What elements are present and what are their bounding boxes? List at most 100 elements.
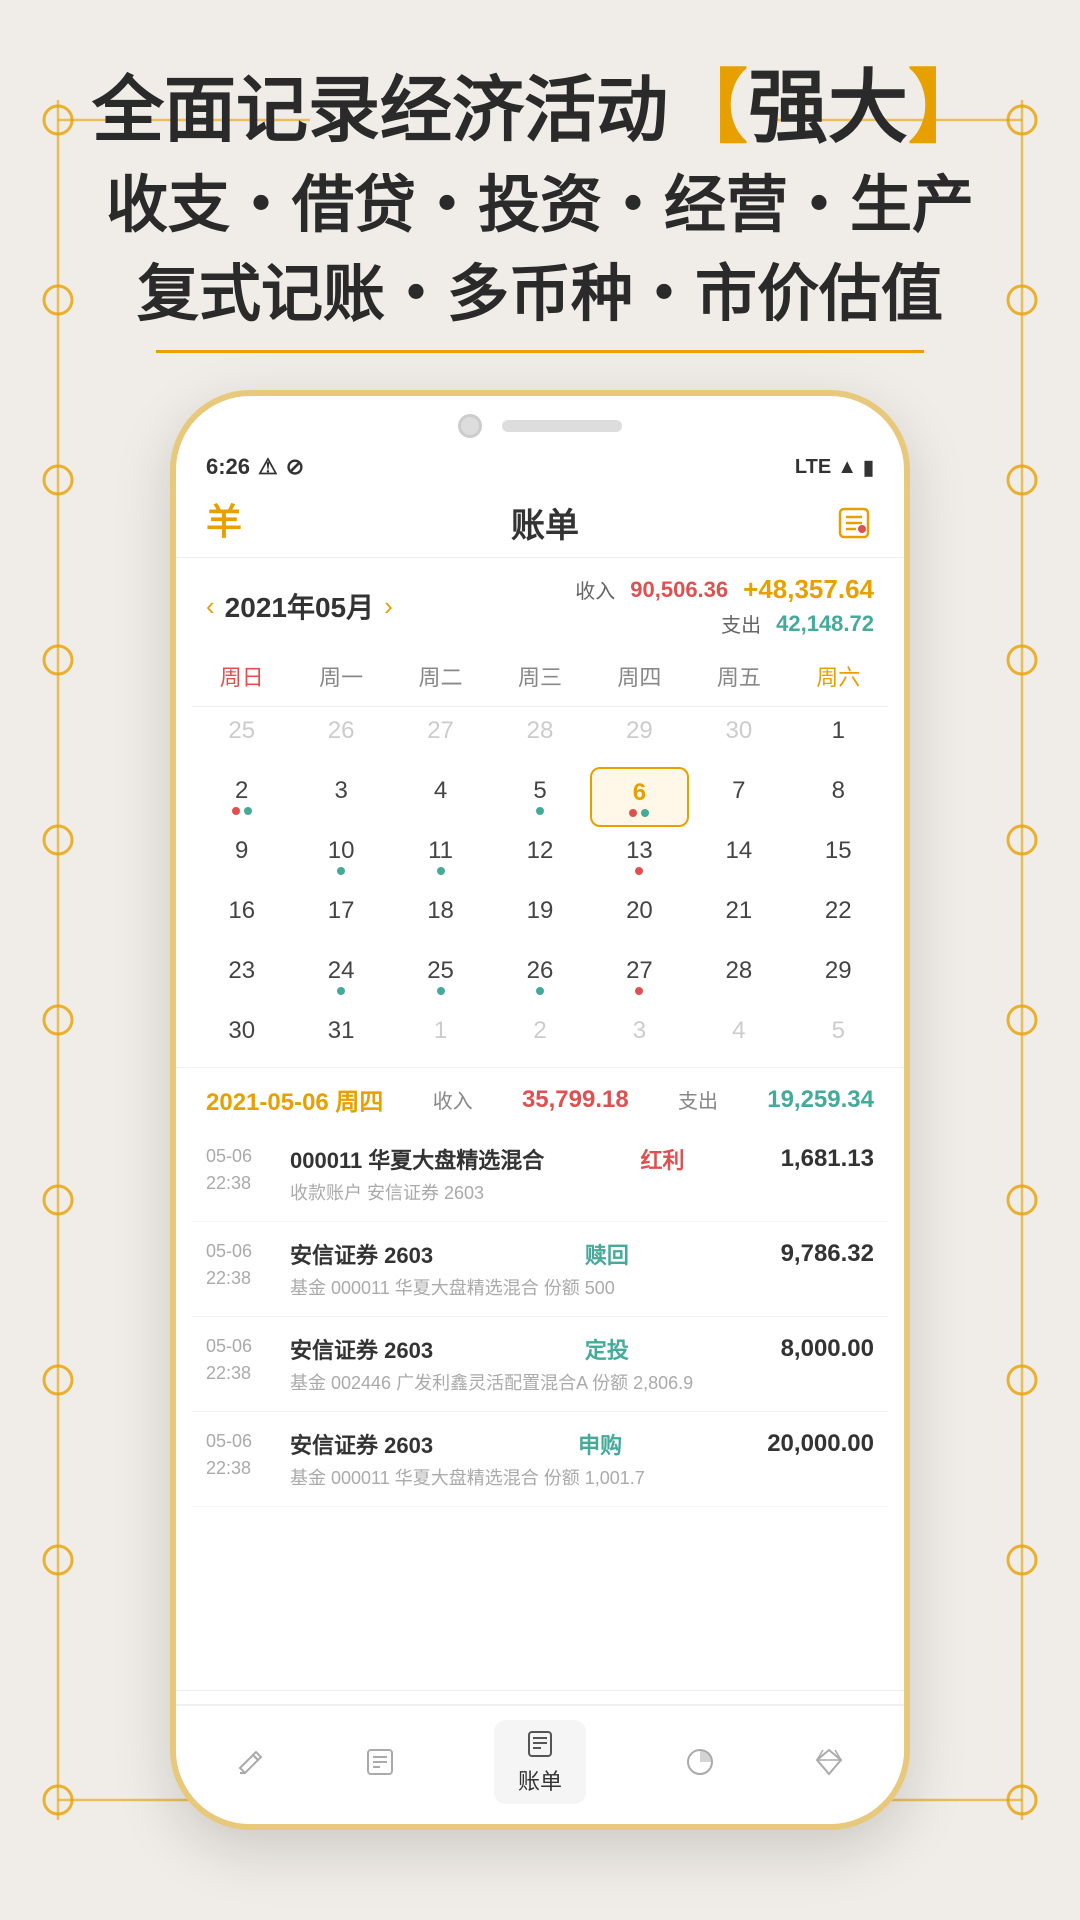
calendar-day[interactable]: 8 xyxy=(789,767,888,827)
selected-income-label: 收入 xyxy=(433,1085,473,1114)
calendar-day[interactable]: 14 xyxy=(689,827,788,887)
calendar-grid: 周日 周一 周二 周三 周四 周五 周六 2526272829301234567… xyxy=(176,646,904,1067)
day-header-wed: 周三 xyxy=(490,654,589,698)
tx-name: 000011 华夏大盘精选混合 xyxy=(290,1143,544,1175)
tx-type: 红利 xyxy=(640,1143,684,1175)
calendar-day[interactable]: 27 xyxy=(391,707,490,767)
prev-month-button[interactable]: ‹ xyxy=(206,591,215,622)
calendar-day[interactable]: 7 xyxy=(689,767,788,827)
day-dots xyxy=(494,987,585,995)
selected-date-label: 2021-05-06 周四 xyxy=(206,1082,383,1117)
nav-edit[interactable] xyxy=(235,1746,267,1778)
calendar-day[interactable]: 4 xyxy=(689,1007,788,1067)
calendar-day[interactable]: 18 xyxy=(391,887,490,947)
calendar-day[interactable]: 5 xyxy=(789,1007,888,1067)
calendar-day[interactable]: 28 xyxy=(689,947,788,1007)
nav-diamond[interactable] xyxy=(813,1746,845,1778)
calendar-day[interactable]: 29 xyxy=(590,707,689,767)
day-dots xyxy=(594,867,685,875)
selected-expense-value: 19,259.34 xyxy=(767,1086,874,1114)
calendar-day[interactable]: 3 xyxy=(590,1007,689,1067)
nav-ledger[interactable]: 账单 xyxy=(494,1720,586,1804)
calendar-day[interactable]: 4 xyxy=(391,767,490,827)
day-number: 20 xyxy=(626,897,653,924)
calendar-day[interactable]: 2 xyxy=(490,1007,589,1067)
app-logo: 羊 xyxy=(206,499,256,547)
calendar-day[interactable]: 12 xyxy=(490,827,589,887)
calendar-day[interactable]: 1 xyxy=(391,1007,490,1067)
calendar-day[interactable]: 25 xyxy=(192,707,291,767)
phone-mockup: 6:26 ⚠ ⊘ LTE ▲ ▮ 羊 账单 xyxy=(170,390,910,1830)
tx-name: 安信证券 2603 xyxy=(290,1333,433,1365)
status-lte: LTE xyxy=(795,456,831,479)
tx-title-row: 安信证券 2603定投8,000.00 xyxy=(290,1333,874,1365)
day-number: 3 xyxy=(334,777,347,804)
transaction-item[interactable]: 05-0622:38安信证券 2603定投8,000.00基金 002446 广… xyxy=(192,1317,888,1412)
calendar-day[interactable]: 23 xyxy=(192,947,291,1007)
calendar-day[interactable]: 31 xyxy=(291,1007,390,1067)
calendar-day[interactable]: 11 xyxy=(391,827,490,887)
nav-chart[interactable] xyxy=(684,1746,716,1778)
transaction-list: 05-0622:38000011 华夏大盘精选混合红利1,681.13收款账户 … xyxy=(176,1127,904,1507)
calendar-day[interactable]: 16 xyxy=(192,887,291,947)
income-dot xyxy=(635,987,643,995)
calendar-day[interactable]: 13 xyxy=(590,827,689,887)
calendar-day[interactable]: 30 xyxy=(689,707,788,767)
calendar-day[interactable]: 29 xyxy=(789,947,888,1007)
day-dots xyxy=(295,867,386,875)
calendar-day[interactable]: 15 xyxy=(789,827,888,887)
status-signal-icon: ▲ xyxy=(837,456,857,479)
status-alert-icon: ⚠ xyxy=(258,454,278,480)
calendar-day[interactable]: 17 xyxy=(291,887,390,947)
header-text-main: 全面记录经济活动 xyxy=(92,71,668,151)
calendar-day[interactable]: 6 xyxy=(590,767,689,827)
day-dots xyxy=(594,987,685,995)
calendar-day[interactable]: 28 xyxy=(490,707,589,767)
nav-list[interactable] xyxy=(364,1746,396,1778)
day-number: 31 xyxy=(328,1017,355,1044)
day-number: 29 xyxy=(825,957,852,984)
calendar-day[interactable]: 1 xyxy=(789,707,888,767)
calendar-day[interactable]: 19 xyxy=(490,887,589,947)
calendar-day[interactable]: 2 xyxy=(192,767,291,827)
day-number: 19 xyxy=(527,897,554,924)
calendar-day[interactable]: 26 xyxy=(291,707,390,767)
tx-amount: 1,681.13 xyxy=(781,1145,874,1173)
day-number: 12 xyxy=(527,837,554,864)
day-number: 9 xyxy=(235,837,248,864)
transaction-item[interactable]: 05-0622:38000011 华夏大盘精选混合红利1,681.13收款账户 … xyxy=(192,1127,888,1222)
edit-icon[interactable] xyxy=(834,503,874,543)
calendar-day[interactable]: 20 xyxy=(590,887,689,947)
calendar-nav-left: ‹ 2021年05月 › xyxy=(206,586,393,626)
header-underline xyxy=(156,350,924,353)
day-number: 17 xyxy=(328,897,355,924)
tx-time: 05-0622:38 xyxy=(206,1143,276,1197)
next-month-button[interactable]: › xyxy=(384,591,393,622)
day-header-sat: 周六 xyxy=(789,654,888,698)
calendar-day[interactable]: 26 xyxy=(490,947,589,1007)
day-number: 23 xyxy=(228,957,255,984)
calendar-day[interactable]: 25 xyxy=(391,947,490,1007)
calendar-day[interactable]: 30 xyxy=(192,1007,291,1067)
calendar-day[interactable]: 22 xyxy=(789,887,888,947)
calendar-day[interactable]: 5 xyxy=(490,767,589,827)
transaction-item[interactable]: 05-0622:38安信证券 2603申购20,000.00基金 000011 … xyxy=(192,1412,888,1507)
day-number: 13 xyxy=(626,837,653,864)
calendar-day[interactable]: 9 xyxy=(192,827,291,887)
day-dots xyxy=(596,809,683,817)
calendar-day[interactable]: 24 xyxy=(291,947,390,1007)
day-number: 24 xyxy=(328,957,355,984)
calendar-day[interactable]: 10 xyxy=(291,827,390,887)
tx-amount: 20,000.00 xyxy=(767,1430,874,1458)
date-summary: 2021-05-06 周四 收入 35,799.18 支出 19,259.34 xyxy=(176,1067,904,1127)
transaction-item[interactable]: 05-0622:38安信证券 2603赎回9,786.32基金 000011 华… xyxy=(192,1222,888,1317)
expense-dot xyxy=(536,807,544,815)
bottom-nav: 账单 xyxy=(176,1704,904,1824)
calendar-day[interactable]: 21 xyxy=(689,887,788,947)
phone-outer: 6:26 ⚠ ⊘ LTE ▲ ▮ 羊 账单 xyxy=(170,390,910,1830)
status-right: LTE ▲ ▮ xyxy=(795,455,874,480)
calendar-day[interactable]: 3 xyxy=(291,767,390,827)
expense-dot xyxy=(337,987,345,995)
calendar-stats: 收入 90,506.36 +48,357.64 支出 42,148.72 xyxy=(575,574,874,638)
calendar-day[interactable]: 27 xyxy=(590,947,689,1007)
